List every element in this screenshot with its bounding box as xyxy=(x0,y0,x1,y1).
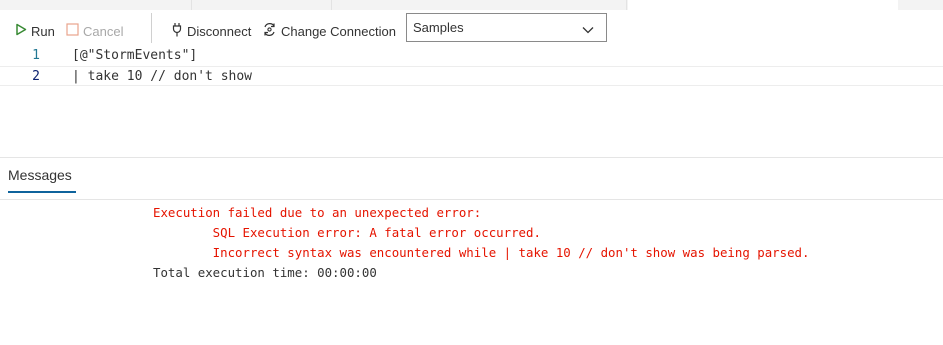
chevron-down-icon xyxy=(582,22,594,37)
tab-messages[interactable]: Messages xyxy=(8,167,72,183)
panel-border xyxy=(0,157,943,158)
query-toolbar: Run Cancel Disconnect Change Connection … xyxy=(0,10,943,50)
run-label: Run xyxy=(31,23,55,39)
error-message: SQL Execution error: A fatal error occur… xyxy=(153,225,541,240)
editor-tab-strip xyxy=(0,0,943,10)
error-message: Execution failed due to an unexpected er… xyxy=(153,205,482,220)
code-line: [@"StormEvents"] xyxy=(72,48,198,63)
disconnect-icon xyxy=(171,22,183,41)
disconnect-button[interactable]: Disconnect xyxy=(171,22,251,40)
code-line: | take 10 // don't show xyxy=(72,69,253,84)
change-connection-button[interactable]: Change Connection xyxy=(262,22,396,40)
line-number: 1 xyxy=(32,48,40,63)
tab-separator xyxy=(331,0,332,10)
tab-separator xyxy=(626,0,627,10)
active-tab-indicator xyxy=(8,191,76,193)
change-connection-icon xyxy=(262,22,277,40)
cancel-label: Cancel xyxy=(83,23,124,39)
disconnect-label: Disconnect xyxy=(187,23,252,39)
execution-time-message: Total execution time: 00:00:00 xyxy=(153,265,377,280)
messages-divider xyxy=(0,199,943,200)
cancel-button[interactable]: Cancel xyxy=(66,22,123,40)
editor-line-current: 2 | take 10 // don't show xyxy=(0,66,943,86)
query-editor[interactable]: 1 [@"StormEvents"] 2 | take 10 // don't … xyxy=(0,46,943,156)
line-number: 2 xyxy=(32,69,40,84)
editor-line: 1 [@"StormEvents"] xyxy=(0,46,943,66)
toolbar-divider xyxy=(151,13,152,43)
cancel-icon xyxy=(66,23,79,39)
active-editor-tab[interactable] xyxy=(628,0,898,10)
tab-separator xyxy=(191,0,192,10)
error-message: Incorrect syntax was encountered while |… xyxy=(153,245,810,260)
run-button[interactable]: Run xyxy=(15,22,55,40)
run-icon xyxy=(15,23,27,39)
messages-output: Execution failed due to an unexpected er… xyxy=(153,203,809,283)
change-connection-label: Change Connection xyxy=(281,23,396,39)
database-select[interactable]: Samples xyxy=(406,13,607,42)
database-select-value: Samples xyxy=(413,20,464,35)
